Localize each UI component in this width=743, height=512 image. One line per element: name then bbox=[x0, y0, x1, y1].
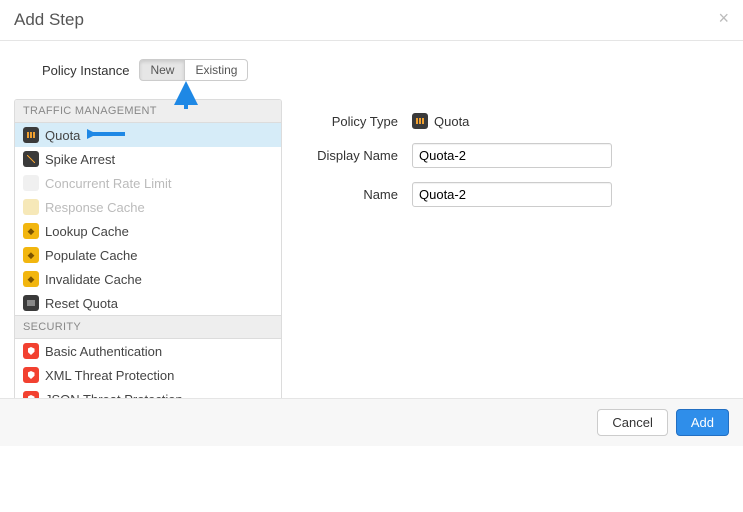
list-item-label: Quota bbox=[45, 128, 80, 143]
list-item-label: Spike Arrest bbox=[45, 152, 115, 167]
policy-type-value: Quota bbox=[412, 113, 469, 129]
existing-toggle-button[interactable]: Existing bbox=[184, 59, 248, 81]
content-row: TRAFFIC MANAGEMENT Quota Spike Arrest Co… bbox=[14, 99, 729, 436]
list-item-label: Reset Quota bbox=[45, 296, 118, 311]
list-item-spike-arrest[interactable]: Spike Arrest bbox=[15, 147, 281, 171]
policy-instance-row: Policy Instance New Existing bbox=[14, 59, 729, 81]
cancel-button[interactable]: Cancel bbox=[597, 409, 667, 436]
policy-type-label: Policy Type bbox=[306, 114, 412, 129]
cache-icon bbox=[23, 223, 39, 239]
list-item-reset-quota[interactable]: Reset Quota bbox=[15, 291, 281, 315]
list-item-label: Populate Cache bbox=[45, 248, 138, 263]
modal-title: Add Step bbox=[14, 10, 729, 30]
list-item-basic-auth[interactable]: Basic Authentication bbox=[15, 339, 281, 363]
list-item-xml-threat[interactable]: XML Threat Protection bbox=[15, 363, 281, 387]
shield-icon bbox=[23, 367, 39, 383]
group-header-traffic: TRAFFIC MANAGEMENT bbox=[15, 100, 281, 123]
policy-instance-toggle: New Existing bbox=[139, 59, 248, 81]
cache-icon bbox=[23, 247, 39, 263]
list-item-label: Invalidate Cache bbox=[45, 272, 142, 287]
quota-icon bbox=[23, 127, 39, 143]
add-step-modal: Add Step × Policy Instance New Existing … bbox=[0, 0, 743, 446]
list-item-label: Basic Authentication bbox=[45, 344, 162, 359]
add-button[interactable]: Add bbox=[676, 409, 729, 436]
form-panel: Policy Type Quota Display Name Name bbox=[306, 99, 729, 436]
list-item-quota[interactable]: Quota bbox=[15, 123, 281, 147]
display-name-label: Display Name bbox=[306, 148, 412, 163]
name-row: Name bbox=[306, 182, 719, 207]
policy-instance-label: Policy Instance bbox=[42, 63, 129, 78]
list-item-concurrent-rate-limit: Concurrent Rate Limit bbox=[15, 171, 281, 195]
modal-body: Policy Instance New Existing TRAFFIC MAN… bbox=[0, 41, 743, 446]
list-item-label: XML Threat Protection bbox=[45, 368, 174, 383]
name-label: Name bbox=[306, 187, 412, 202]
modal-footer: Cancel Add bbox=[0, 398, 743, 446]
crl-icon bbox=[23, 175, 39, 191]
annotation-arrow-quota-icon bbox=[87, 124, 127, 144]
reset-icon bbox=[23, 295, 39, 311]
policy-type-row: Policy Type Quota bbox=[306, 113, 719, 129]
modal-header: Add Step × bbox=[0, 0, 743, 41]
policy-type-text: Quota bbox=[434, 114, 469, 129]
close-icon[interactable]: × bbox=[718, 8, 729, 29]
spike-icon bbox=[23, 151, 39, 167]
policy-list: TRAFFIC MANAGEMENT Quota Spike Arrest Co… bbox=[14, 99, 282, 436]
display-name-row: Display Name bbox=[306, 143, 719, 168]
list-item-invalidate-cache[interactable]: Invalidate Cache bbox=[15, 267, 281, 291]
group-header-security: SECURITY bbox=[15, 315, 281, 339]
list-item-lookup-cache[interactable]: Lookup Cache bbox=[15, 219, 281, 243]
shield-icon bbox=[23, 343, 39, 359]
display-name-input[interactable] bbox=[412, 143, 612, 168]
cache-icon bbox=[23, 271, 39, 287]
quota-icon bbox=[412, 113, 428, 129]
list-item-label: Lookup Cache bbox=[45, 224, 129, 239]
list-item-label: Response Cache bbox=[45, 200, 145, 215]
name-input[interactable] bbox=[412, 182, 612, 207]
list-item-response-cache: Response Cache bbox=[15, 195, 281, 219]
new-toggle-button[interactable]: New bbox=[139, 59, 185, 81]
list-item-label: Concurrent Rate Limit bbox=[45, 176, 171, 191]
response-cache-icon bbox=[23, 199, 39, 215]
list-item-populate-cache[interactable]: Populate Cache bbox=[15, 243, 281, 267]
